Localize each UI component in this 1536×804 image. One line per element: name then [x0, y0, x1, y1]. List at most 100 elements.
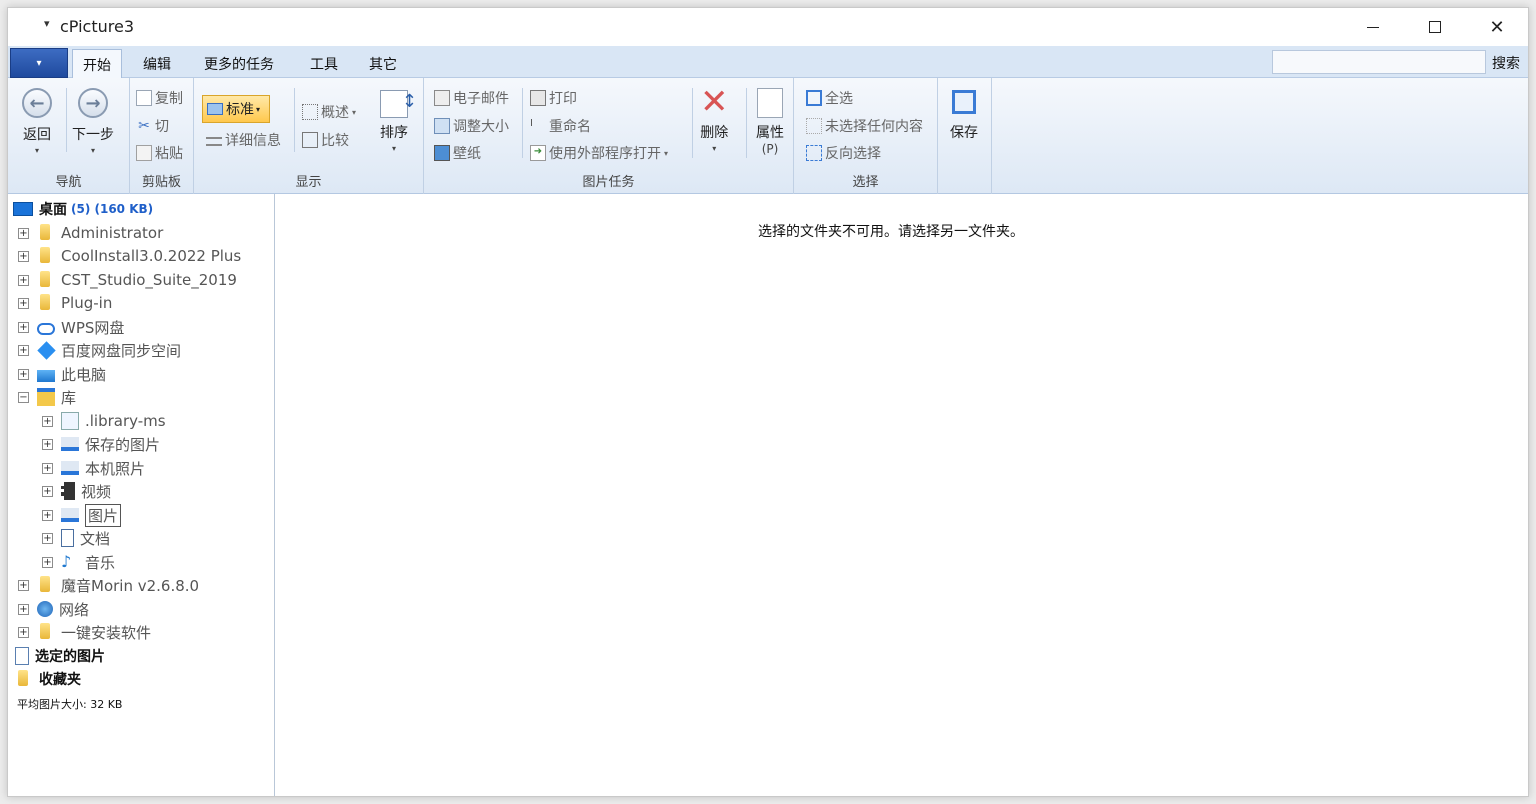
- group-label-navigation: 导航: [55, 175, 82, 190]
- pictures-icon: [61, 508, 79, 522]
- tree-item-camera-roll[interactable]: + 本机照片: [42, 457, 145, 479]
- tree-item-videos[interactable]: + 视频: [42, 480, 111, 502]
- resize-button[interactable]: 调整大小: [434, 116, 509, 136]
- tree-item-network[interactable]: + 网络: [18, 598, 89, 620]
- resize-label: 调整大小: [453, 119, 509, 135]
- tree-item-morin[interactable]: + 魔音Morin v2.6.8.0: [18, 574, 199, 596]
- search-button[interactable]: 搜索: [1492, 53, 1520, 73]
- tab-edit[interactable]: 编辑: [133, 50, 181, 78]
- expand-icon[interactable]: +: [18, 321, 29, 333]
- tree-item-library[interactable]: − 库: [18, 386, 76, 408]
- tree-item-music[interactable]: + ♪ 音乐: [42, 551, 115, 573]
- favorites-folder-icon: [15, 670, 33, 688]
- tree-item-documents[interactable]: + 文档: [42, 527, 110, 549]
- back-button[interactable]: ← 返回 ▾: [22, 88, 52, 155]
- tree-item-one-click-install[interactable]: + 一键安装软件: [18, 621, 151, 643]
- collapse-icon[interactable]: −: [18, 391, 29, 403]
- tree-item-library-ms[interactable]: + .library-ms: [42, 410, 166, 432]
- paste-button[interactable]: 粘贴: [136, 143, 183, 163]
- next-button[interactable]: → 下一步 ▾: [72, 88, 114, 155]
- tree-item-plug-in[interactable]: + Plug-in: [18, 292, 112, 314]
- chevron-down-icon: ▾: [34, 146, 39, 155]
- tree-item-cst-studio[interactable]: + CST_Studio_Suite_2019: [18, 269, 237, 291]
- expand-icon[interactable]: +: [18, 579, 29, 591]
- expand-icon[interactable]: +: [18, 297, 29, 309]
- folder-icon: [37, 271, 55, 289]
- expand-icon[interactable]: +: [18, 603, 29, 615]
- email-label: 电子邮件: [453, 91, 509, 107]
- properties-button[interactable]: 属性 (P): [756, 88, 784, 156]
- copy-label: 复制: [155, 91, 183, 107]
- view-details-button[interactable]: 详细信息: [206, 130, 281, 150]
- sort-button[interactable]: ↕ 排序 ▾: [380, 90, 417, 153]
- expand-icon[interactable]: +: [18, 250, 29, 262]
- divider: [746, 88, 747, 158]
- select-all-button[interactable]: 全选: [806, 88, 853, 108]
- expand-icon[interactable]: +: [42, 532, 53, 544]
- tree-item-label: 本机照片: [85, 459, 146, 478]
- maximize-button[interactable]: [1404, 8, 1466, 46]
- group-picture-tasks: 电子邮件 调整大小 壁纸 打印 I 重命名 ➜ 使用外部程序打开 ▾ ✕ 删除 …: [424, 78, 794, 194]
- wallpaper-button[interactable]: 壁纸: [434, 143, 481, 163]
- tree-item-pictures[interactable]: + 图片: [42, 503, 122, 527]
- tree-item-administrator[interactable]: + Administrator: [18, 222, 163, 244]
- group-display: 标准 ▾ 详细信息 概述 ▾ 比较 ↕ 排序 ▾ 显示: [194, 78, 424, 194]
- expand-icon[interactable]: +: [18, 626, 29, 638]
- select-all-label: 全选: [825, 91, 853, 107]
- tree-item-saved-pictures[interactable]: + 保存的图片: [42, 433, 160, 455]
- back-label: 返回: [23, 127, 51, 143]
- expand-icon[interactable]: +: [42, 556, 53, 568]
- delete-button[interactable]: ✕ 删除 ▾: [700, 85, 729, 153]
- folder-tree[interactable]: 桌面 (5) (160 KB) + Administrator + CoolIn…: [8, 194, 275, 796]
- expand-icon[interactable]: +: [42, 438, 53, 450]
- tree-item-wps-cloud[interactable]: + WPS网盘: [18, 316, 124, 338]
- rename-button[interactable]: I 重命名: [530, 116, 591, 136]
- tree-root-desktop[interactable]: 桌面 (5) (160 KB): [13, 198, 153, 220]
- expand-icon[interactable]: +: [18, 274, 29, 286]
- cut-button[interactable]: ✂ 切: [136, 116, 169, 136]
- expand-icon[interactable]: +: [42, 462, 53, 474]
- view-standard-button[interactable]: 标准 ▾: [202, 95, 270, 123]
- expand-icon[interactable]: +: [18, 344, 29, 356]
- open-external-button[interactable]: ➜ 使用外部程序打开 ▾: [530, 143, 668, 163]
- expand-icon[interactable]: +: [42, 485, 53, 497]
- group-selection: 全选 未选择任何内容 反向选择 选择: [794, 78, 938, 194]
- chevron-down-icon: ▾: [90, 146, 95, 155]
- tab-other[interactable]: 其它: [359, 50, 407, 78]
- tab-start[interactable]: 开始: [72, 49, 122, 79]
- wallpaper-icon: [434, 145, 450, 161]
- quick-access-dropdown-icon[interactable]: ▾: [44, 17, 50, 30]
- minimize-button[interactable]: [1342, 8, 1404, 46]
- close-button[interactable]: ✕: [1466, 8, 1528, 46]
- view-compare-button[interactable]: 比较: [302, 130, 349, 150]
- main-content-area[interactable]: 选择的文件夹不可用。请选择另一文件夹。: [276, 194, 1528, 796]
- tab-more-tasks[interactable]: 更多的任务: [194, 50, 284, 78]
- chevron-down-icon: ▾: [664, 148, 669, 158]
- email-button[interactable]: 电子邮件: [434, 88, 509, 108]
- expand-icon[interactable]: +: [42, 415, 53, 427]
- tree-item-this-pc[interactable]: + 此电脑: [18, 363, 106, 385]
- copy-button[interactable]: 复制: [136, 88, 183, 108]
- title-bar: ▾ cPicture3 ✕: [8, 8, 1528, 46]
- search-input[interactable]: [1272, 50, 1486, 74]
- expand-icon[interactable]: +: [42, 509, 53, 521]
- application-menu-button[interactable]: ▾: [10, 48, 68, 78]
- tree-favorites[interactable]: 收藏夹: [15, 668, 81, 690]
- select-none-button[interactable]: 未选择任何内容: [806, 116, 923, 136]
- expand-icon[interactable]: +: [18, 368, 29, 380]
- invert-selection-button[interactable]: 反向选择: [806, 143, 881, 163]
- tree-selected-pictures[interactable]: 选定的图片: [15, 645, 105, 667]
- print-button[interactable]: 打印: [530, 88, 577, 108]
- tree-item-label: 音乐: [85, 553, 116, 572]
- user-folder-icon: [37, 224, 55, 242]
- tree-item-label: 图片: [85, 503, 122, 527]
- save-button[interactable]: 保存: [950, 90, 978, 142]
- group-label-picture-tasks: 图片任务: [582, 175, 635, 190]
- select-all-icon: [806, 90, 822, 106]
- tree-item-baidu-sync[interactable]: + 百度网盘同步空间: [18, 339, 181, 361]
- tree-item-coolinstall[interactable]: + CoolInstall3.0.2022 Plus: [18, 245, 241, 267]
- group-label-selection: 选择: [852, 175, 879, 190]
- tab-tools[interactable]: 工具: [300, 50, 348, 78]
- expand-icon[interactable]: +: [18, 227, 29, 239]
- view-overview-button[interactable]: 概述 ▾: [302, 102, 356, 122]
